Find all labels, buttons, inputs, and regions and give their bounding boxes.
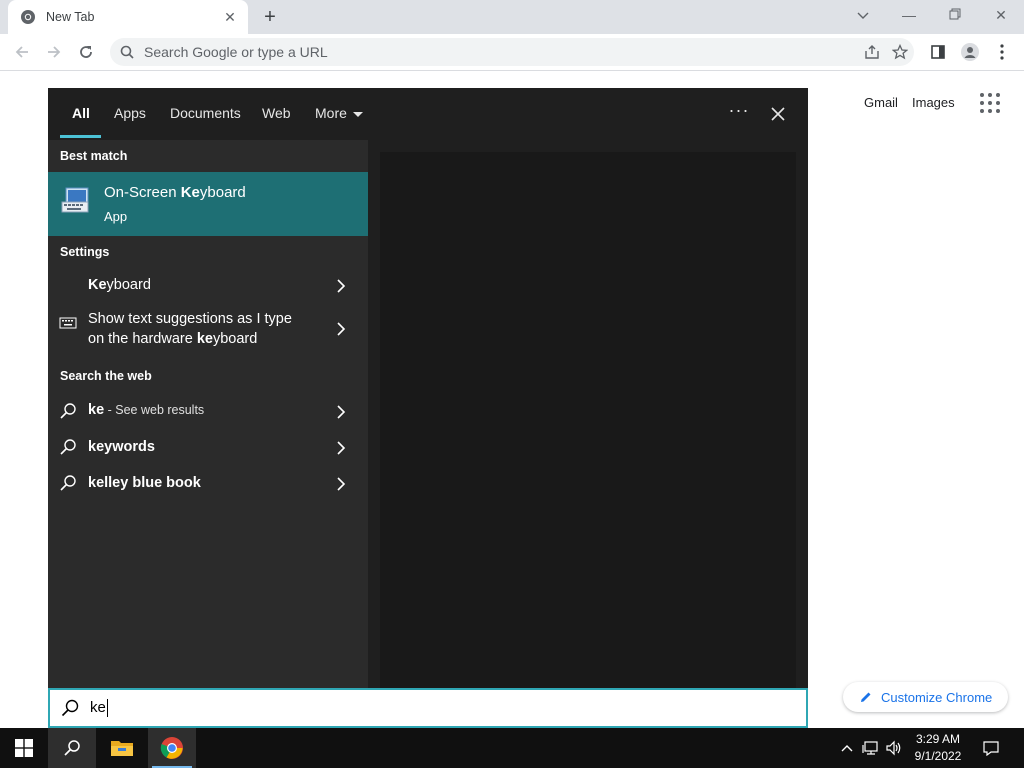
tab-all[interactable]: All [72, 88, 90, 140]
settings-item-keyboard[interactable]: Keyboard [48, 270, 368, 302]
images-link[interactable]: Images [912, 95, 955, 110]
search-filter-tabs: All Apps Documents Web More ··· [48, 88, 808, 140]
tab-title: New Tab [46, 10, 95, 24]
chevron-right-icon [337, 441, 346, 455]
best-match-title: On-Screen Keyboard [104, 184, 246, 201]
tab-more-label: More [315, 105, 347, 121]
chrome-icon [160, 737, 183, 759]
tab-apps[interactable]: Apps [114, 88, 146, 140]
settings-item-label: Keyboard [88, 277, 151, 293]
search-query-input[interactable]: ke [48, 688, 808, 728]
clock-time: 3:29 AM [915, 732, 961, 746]
chevron-down-icon [352, 111, 363, 117]
chevron-right-icon [337, 322, 346, 336]
search-web-heading: Search the web [60, 369, 152, 383]
start-button[interactable] [0, 728, 48, 768]
search-icon [64, 740, 80, 756]
restore-button[interactable] [932, 0, 978, 32]
new-tab-button[interactable]: + [258, 5, 282, 29]
system-clock[interactable]: 3:29 AM 9/1/2022 [908, 731, 968, 765]
search-icon [61, 699, 79, 717]
profile-avatar[interactable] [956, 38, 984, 66]
browser-toolbar: Search Google or type a URL [0, 34, 1024, 71]
notifications-icon[interactable] [982, 738, 1000, 758]
text-cursor [106, 699, 108, 718]
results-list: Best match On-Screen Keyboard App Settin… [48, 140, 368, 688]
chrome-favicon-icon [21, 10, 35, 24]
tab-strip: New Tab ✕ + — ✕ [0, 0, 1024, 34]
tab-search-icon[interactable] [840, 0, 886, 32]
tab-new-tab[interactable]: New Tab ✕ [8, 0, 248, 34]
chevron-right-icon [337, 279, 346, 293]
chevron-right-icon [337, 405, 346, 419]
web-result-label: ke - See web results [88, 402, 205, 418]
search-icon [60, 403, 76, 419]
chrome-taskbar-button[interactable] [148, 728, 196, 768]
best-match-subtitle: App [104, 209, 128, 224]
settings-item-text-suggestions[interactable]: Show text suggestions as I type on the ha… [48, 304, 368, 354]
folder-icon [111, 741, 133, 756]
pencil-icon [861, 692, 871, 702]
volume-icon[interactable] [885, 738, 903, 758]
chrome-menu-icon[interactable] [988, 38, 1016, 66]
file-explorer-button[interactable] [98, 728, 146, 768]
web-result-kelley-blue-book[interactable]: kelley blue book [48, 466, 368, 502]
google-apps-icon[interactable] [980, 93, 1000, 113]
share-icon[interactable] [858, 38, 886, 66]
side-panel-icon[interactable] [924, 38, 952, 66]
web-result-label: keywords [88, 439, 155, 455]
settings-item-label: Show text suggestions as I type on the ha… [88, 311, 292, 347]
taskbar: 3:29 AM 9/1/2022 [0, 728, 1024, 768]
web-result-label: kelley blue book [88, 475, 201, 491]
chevron-right-icon [337, 477, 346, 491]
best-match-heading: Best match [60, 149, 128, 163]
omnibox[interactable]: Search Google or type a URL [110, 38, 914, 66]
windows-logo-icon [15, 739, 33, 757]
windows-search-panel: All Apps Documents Web More ··· Best mat… [48, 88, 808, 688]
minimize-button[interactable]: — [886, 0, 932, 32]
tab-documents[interactable]: Documents [170, 88, 241, 140]
web-result-ke[interactable]: ke - See web results [48, 394, 368, 430]
show-hidden-icons-chevron-icon[interactable] [838, 738, 856, 758]
search-icon [60, 439, 76, 455]
taskbar-search-button[interactable] [48, 728, 96, 768]
settings-heading: Settings [60, 245, 110, 259]
search-icon [60, 475, 76, 491]
web-result-keywords[interactable]: keywords [48, 430, 368, 466]
active-tab-indicator [60, 135, 101, 138]
search-query-text: ke [90, 698, 108, 718]
customize-chrome-label: Customize Chrome [881, 689, 993, 705]
gmail-link[interactable]: Gmail [864, 95, 898, 110]
more-options-icon[interactable]: ··· [724, 100, 754, 126]
omnibox-placeholder: Search Google or type a URL [144, 44, 328, 60]
clock-date: 9/1/2022 [914, 749, 962, 763]
tab-close-icon[interactable]: ✕ [222, 9, 238, 26]
preview-area [380, 152, 796, 688]
reload-button[interactable] [72, 38, 100, 66]
forward-button[interactable] [40, 38, 68, 66]
bookmark-star-icon[interactable] [886, 38, 914, 66]
close-search-button[interactable] [764, 100, 792, 128]
close-window-button[interactable]: ✕ [978, 0, 1024, 32]
best-match-item[interactable]: On-Screen Keyboard App [48, 172, 368, 236]
tab-more[interactable]: More [315, 88, 363, 140]
on-screen-keyboard-icon [61, 187, 89, 213]
back-button[interactable] [8, 38, 36, 66]
keyboard-icon [59, 317, 77, 329]
customize-chrome-button[interactable]: Customize Chrome [843, 682, 1008, 712]
preview-pane [368, 140, 808, 688]
tab-web[interactable]: Web [262, 88, 291, 140]
search-icon [120, 45, 134, 59]
network-icon[interactable] [862, 738, 880, 758]
